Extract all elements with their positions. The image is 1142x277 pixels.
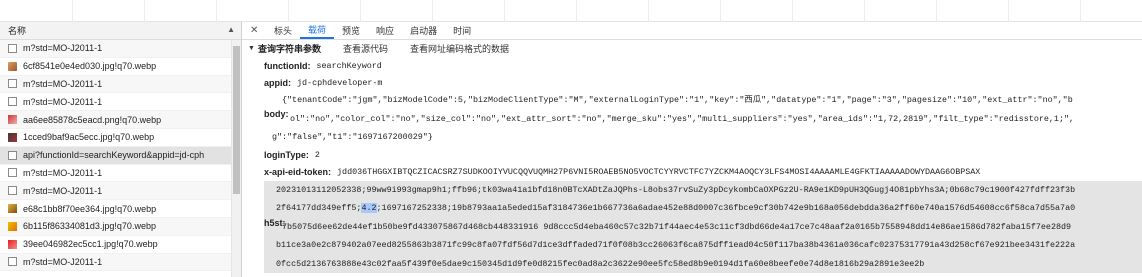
image-icon [8,221,17,231]
close-icon[interactable]: ✕ [250,22,266,39]
list-item[interactable]: m?std=MO-J2011-1 [0,165,232,183]
tab-initiator[interactable]: 启动器 [402,22,445,39]
list-item[interactable]: m?std=MO-J2011-1 [0,93,232,112]
param-key: functionId: [264,60,311,71]
doc-icon [8,257,17,267]
param-value: 2 [314,150,320,160]
doc-icon [8,43,17,53]
image-icon [8,239,17,249]
list-item[interactable]: m?std=MO-J2011-1 [0,253,232,272]
caret-down-icon[interactable]: ▼ [248,45,255,52]
tab-payload[interactable]: 载荷 [300,22,335,39]
param-value-line: ol":"no","color_col":"no","size_col":"no… [290,113,1075,124]
view-source-link[interactable]: 查看源代码 [343,42,388,55]
image-icon [8,115,17,125]
request-list: 名称 ▲ m?std=MO-J2011-1 6cf8541e0e4ed030.j… [0,22,242,277]
image-icon [8,61,17,71]
network-timeline [0,0,1142,22]
list-scrollbar[interactable] [231,40,241,277]
request-name: m?std=MO-J2011-1 [23,185,103,196]
sort-ascending-icon[interactable]: ▲ [227,25,235,34]
view-url-encoded-link[interactable]: 查看网址编码格式的数据 [410,42,509,55]
param-functionid: functionId: searchKeyword [242,57,1142,74]
param-key: loginType: [264,150,309,160]
doc-icon [8,186,17,196]
param-value-line: b11ce3a0e2c879402a07eed8255863b3871fc99c… [276,240,1076,250]
request-name: 6b115f86334081d3.jpg!q70.webp [23,221,156,232]
param-value-line: g":"false","t1":"1697167200029"} [272,132,433,142]
request-name: 6cf8541e0e4ed030.jpg!q70.webp [23,61,157,72]
list-item[interactable]: m?std=MO-J2011-1 [0,75,232,94]
value-segment: 2f64177dd349eff5; [276,203,362,213]
param-value-line: 7b5075d6ee62de44ef1b50be9fd433075867d468… [282,221,1072,232]
name-column-label: 名称 [8,26,27,36]
list-item[interactable]: m?std=MO-J2011-1 [0,182,232,201]
request-name: aa6ee85878c5eacd.png!q70.webp [23,114,162,125]
doc-icon [8,168,17,178]
list-item[interactable]: 39ee046982ec5cc1.jpg!q70.webp [0,236,232,254]
param-value-line: 0fcc5d2136763888e43c02faa5f439f0e5dae9c1… [276,258,925,269]
list-item[interactable]: m?std=MO-J2011-1 [0,40,232,58]
list-item[interactable]: aa6ee85878c5eacd.png!q70.webp [0,111,232,129]
tab-headers[interactable]: 标头 [266,22,300,39]
value-segment: ;1697167252338;19b8793aa1a5eded15af31847… [376,203,1076,213]
image-icon [8,204,17,214]
param-logintype: loginType: 2 [242,147,1142,164]
param-key: appid: [264,77,291,88]
param-key: body: [264,109,289,119]
request-name: m?std=MO-J2011-1 [23,96,103,107]
tab-timing[interactable]: 时间 [445,22,479,39]
doc-icon [8,97,17,107]
request-name: m?std=MO-J2011-1 [23,43,103,54]
param-value: jdd036THGGXIBTQCZICACSRZ7SUDKOOIYVUCQQVU… [337,167,981,177]
request-name: 1cced9baf9ac5ecc.jpg!q70.webp [23,132,155,143]
param-key: x-api-eid-token: [264,167,332,177]
list-item[interactable]: 6cf8541e0e4ed030.jpg!q70.webp [0,58,232,76]
tab-preview[interactable]: 预览 [334,22,368,39]
param-h5st: h5st: 20231013112052338;99ww9i993gmap9h1… [264,180,1142,273]
list-item[interactable]: 1cced9baf9ac5ecc.jpg!q70.webp [0,129,232,147]
doc-icon [8,150,17,160]
list-item[interactable]: e68c1bb8f70ee364.jpg!q70.webp [0,200,232,218]
tab-response[interactable]: 响应 [368,22,402,39]
param-value: jd-cphdeveloper-m [297,77,383,88]
list-item-selected[interactable]: api?functionId=searchKeyword&appid=jd-cp… [0,146,232,165]
section-title: 查询字符串参数 [257,44,321,54]
list-item[interactable]: 6b115f86334081d3.jpg!q70.webp [0,217,232,236]
request-name: e68c1bb8f70ee364.jpg!q70.webp [23,203,157,214]
doc-icon [8,79,17,89]
param-body: body: {"tenantCode":"jgm","bizModelCode"… [242,91,1142,147]
param-key: h5st: [264,217,286,228]
param-value-line: 2f64177dd349eff5;4.2;1697167252338;19b87… [264,199,1142,218]
request-name: m?std=MO-J2011-1 [23,256,103,267]
name-column-header[interactable]: 名称 ▲ [0,22,241,40]
param-eid-token: x-api-eid-token: jdd036THGGXIBTQCZICACSR… [242,164,1142,181]
image-icon [8,132,17,142]
query-params-section[interactable]: ▼ 查询字符串参数 查看源代码 查看网址编码格式的数据 [242,40,1142,57]
param-value-line: {"tenantCode":"jgm","bizModelCode":5,"bi… [282,95,1073,105]
request-name: api?functionId=searchKeyword&appid=jd-cp… [23,150,205,161]
param-appid: appid: jd-cphdeveloper-m [242,74,1142,91]
request-rows: m?std=MO-J2011-1 6cf8541e0e4ed030.jpg!q7… [0,40,232,272]
param-value-line: 20231013112052338;99ww9i993gmap9h1;ffb96… [276,184,1076,195]
detail-tabs: ✕ 标头 载荷 预览 响应 启动器 时间 [242,22,1142,40]
param-value: searchKeyword [316,60,382,71]
scrollbar-thumb[interactable] [233,46,240,194]
request-name: m?std=MO-J2011-1 [23,167,103,178]
request-name: m?std=MO-J2011-1 [23,78,103,89]
request-details: ✕ 标头 载荷 预览 响应 启动器 时间 ▼ 查询字符串参数 查看源代码 查看网… [242,22,1142,277]
highlighted-text: 4.2 [361,203,377,213]
request-name: 39ee046982ec5cc1.jpg!q70.webp [23,239,158,250]
